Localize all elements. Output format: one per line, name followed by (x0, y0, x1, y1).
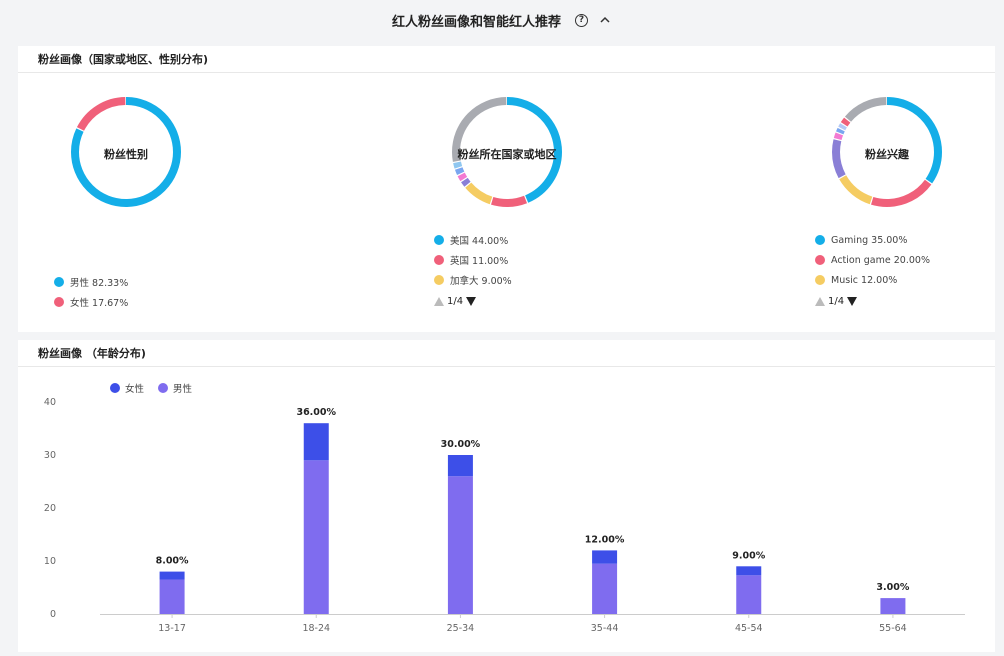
y-tick-label: 40 (44, 397, 56, 408)
legend-label: 男性 82.33% (70, 278, 129, 289)
legend-label: 女性 17.67% (70, 298, 129, 309)
y-tick-label: 0 (50, 609, 56, 620)
section-title: 红人粉丝画像和智能红人推荐 (391, 14, 561, 30)
legend-item[interactable]: Music 12.00% (815, 270, 930, 290)
legend-label: 加拿大 9.00% (450, 276, 512, 287)
legend-dot (815, 275, 825, 285)
pager-prev-icon[interactable] (434, 296, 444, 306)
legend-item[interactable]: 女性 17.67% (54, 292, 128, 312)
gender-legend: 男性 82.33% 女性 17.67% (54, 272, 128, 312)
country-legend: 美国 44.00% 英国 11.00% 加拿大 9.00% 1/4 (434, 230, 512, 312)
pager-prev-icon[interactable] (815, 296, 825, 306)
legend-dot (434, 255, 444, 265)
bar-female[interactable] (303, 423, 329, 461)
legend-item[interactable]: Gaming 35.00% (815, 230, 930, 250)
bar-male[interactable] (736, 575, 762, 614)
legend-item[interactable]: Action game 20.00% (815, 250, 930, 270)
legend-label: Action game 20.00% (831, 254, 930, 266)
country-donut-center-label: 粉丝所在国家或地区 (457, 148, 557, 161)
chevron-up-icon[interactable] (598, 13, 612, 27)
bar-female[interactable] (447, 455, 473, 477)
country-donut-block: 粉丝所在国家或地区 (449, 94, 565, 210)
age-distribution-chart: 0 10 20 30 40 8.00% 13-17 36.00% 18-24 30.00% 25-3… (44, 397, 965, 634)
bar-male[interactable] (880, 598, 906, 614)
legend-label: 英国 11.00% (450, 256, 509, 267)
bar-female[interactable] (159, 571, 185, 580)
legend-item[interactable]: 美国 44.00% (434, 230, 512, 250)
pager-label: 1/4 (828, 295, 845, 307)
y-tick-label: 30 (44, 450, 56, 461)
legend-item[interactable]: 英国 11.00% (434, 250, 512, 270)
bar-total-label: 30.00% (441, 439, 481, 450)
interest-legend-pager: 1/4 (815, 290, 930, 312)
section-header: 红人粉丝画像和智能红人推荐 ? (0, 0, 1004, 40)
legend-dot (815, 255, 825, 265)
pager-next-icon[interactable] (466, 296, 477, 306)
bar-male[interactable] (303, 460, 329, 614)
x-tick-label: 18-24 (302, 623, 330, 634)
x-tick-label: 35-44 (591, 623, 619, 634)
legend-dot (815, 235, 825, 245)
legend-dot (54, 277, 64, 287)
interest-legend: Gaming 35.00% Action game 20.00% Music 1… (815, 230, 930, 312)
bar-male[interactable] (159, 579, 185, 614)
bar-total-label: 3.00% (876, 582, 909, 593)
bar-female[interactable] (592, 550, 618, 564)
bar-total-label: 12.00% (585, 534, 625, 545)
bar-male[interactable] (447, 476, 473, 614)
legend-dot (434, 235, 444, 245)
legend-dot (54, 297, 64, 307)
fan-profile-country-gender-panel: 粉丝画像（国家或地区、性别分布) 粉丝性别 男性 82.33% 女性 17.67… (18, 46, 995, 332)
y-tick-label: 10 (44, 556, 56, 567)
interest-donut-block: 粉丝兴趣 (829, 94, 945, 210)
panel-title: 粉丝画像（国家或地区、性别分布) (18, 46, 995, 73)
bar-total-label: 8.00% (156, 556, 189, 567)
pager-label: 1/4 (447, 295, 464, 307)
legend-item[interactable]: 加拿大 9.00% (434, 270, 512, 290)
y-tick-label: 20 (44, 503, 56, 514)
fan-profile-age-panel: 粉丝画像 （年龄分布) 女性 男性 0 10 20 30 40 8.00% 13-17 36.… (18, 340, 995, 652)
legend-label: Gaming 35.00% (831, 234, 908, 246)
x-tick-label: 45-54 (735, 623, 763, 634)
x-tick-label: 25-34 (447, 623, 475, 634)
bar-total-label: 36.00% (296, 407, 336, 418)
legend-dot (434, 275, 444, 285)
bar-total-label: 9.00% (732, 550, 765, 561)
x-tick-label: 13-17 (158, 623, 186, 634)
x-tick-label: 55-64 (879, 623, 907, 634)
bar-female[interactable] (736, 566, 762, 576)
legend-item[interactable]: 男性 82.33% (54, 272, 128, 292)
gender-donut-block: 粉丝性别 (68, 94, 184, 210)
gender-donut-center-label: 粉丝性别 (104, 148, 148, 161)
country-legend-pager: 1/4 (434, 290, 512, 312)
question-circle-icon[interactable]: ? (575, 13, 588, 27)
pager-next-icon[interactable] (847, 296, 858, 306)
interest-donut-center-label: 粉丝兴趣 (865, 148, 909, 161)
legend-label: Music 12.00% (831, 274, 898, 286)
bar-male[interactable] (592, 563, 618, 614)
legend-label: 美国 44.00% (450, 236, 509, 247)
